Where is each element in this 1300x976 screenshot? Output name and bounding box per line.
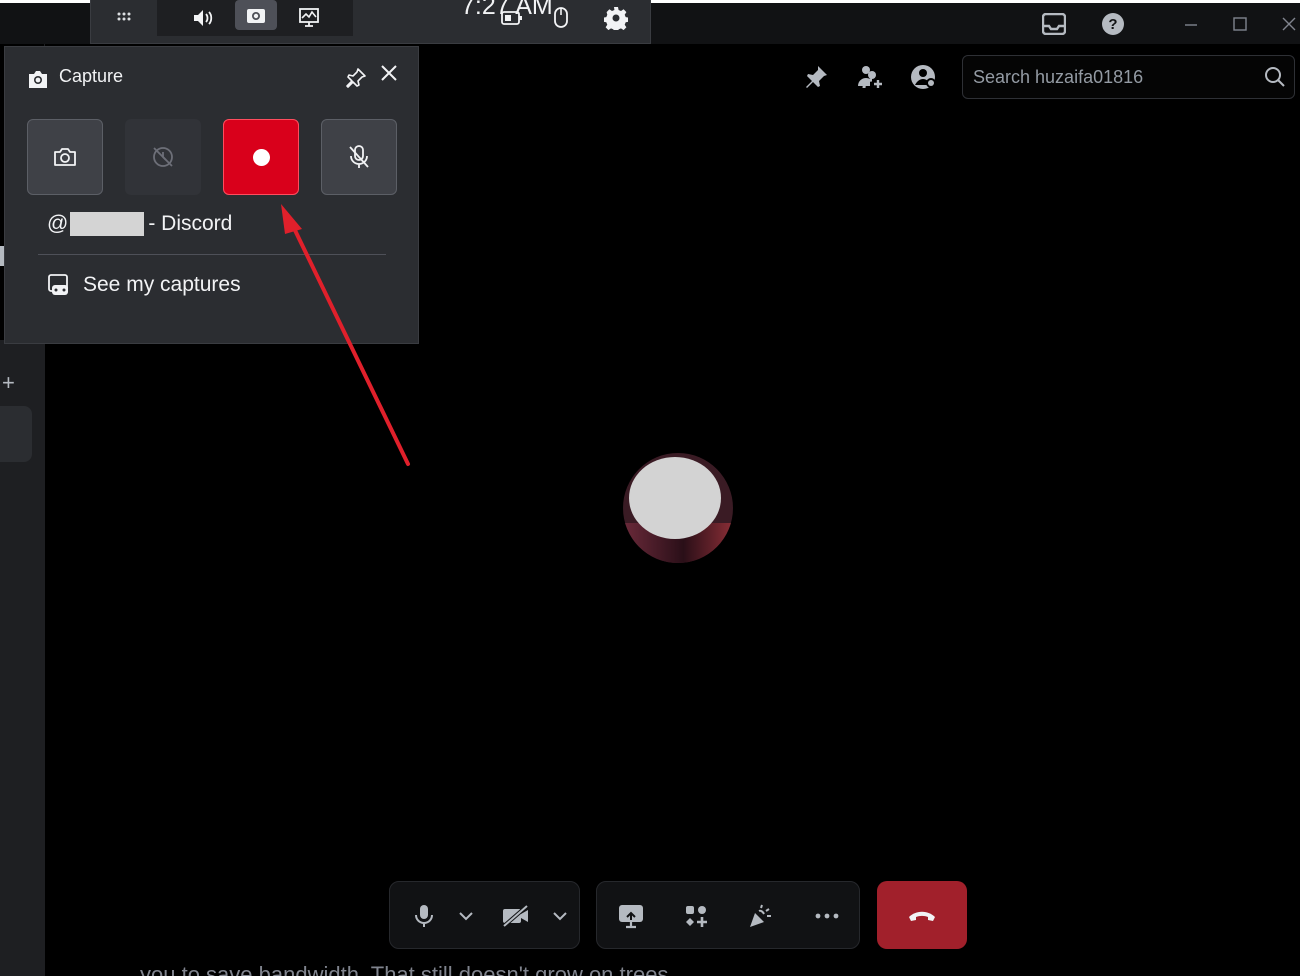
target-app: - Discord <box>148 212 233 235</box>
record-last-30s-button[interactable] <box>125 119 201 195</box>
audio-video-controls <box>389 881 580 949</box>
close-icon[interactable] <box>379 63 399 88</box>
settings-gear-icon[interactable] <box>596 0 636 36</box>
audio-icon[interactable] <box>183 0 223 36</box>
target-prefix: @ <box>47 212 69 235</box>
mic-toggle-button[interactable] <box>321 119 397 195</box>
see-my-captures-label: See my captures <box>83 273 241 296</box>
game-bar: 7:27 AM <box>90 0 651 44</box>
inbox-icon[interactable] <box>1039 9 1069 39</box>
widget-menu-icon[interactable] <box>91 0 157 36</box>
mouse-icon[interactable] <box>543 0 579 36</box>
divider <box>38 254 386 255</box>
pin-icon[interactable] <box>345 67 367 94</box>
disconnect-call-button[interactable] <box>877 881 967 949</box>
hang-up-icon <box>909 911 935 921</box>
camera-icon <box>27 69 49 94</box>
search-icon[interactable] <box>1264 66 1286 93</box>
pinned-messages-icon[interactable] <box>801 62 831 92</box>
sidebar-item[interactable] <box>0 406 32 462</box>
minimize-icon[interactable] <box>1176 9 1206 39</box>
mic-icon[interactable] <box>404 896 444 936</box>
camera-options-chevron-icon[interactable] <box>540 896 580 936</box>
capture-widget: Capture @ - Discord See my captures <box>4 46 419 344</box>
history-disabled-icon <box>153 147 173 167</box>
add-friends-icon[interactable] <box>855 62 885 92</box>
add-icon[interactable]: + <box>2 370 15 396</box>
battery-icon <box>494 0 530 36</box>
record-dot-icon <box>252 148 270 166</box>
screenshot-button[interactable] <box>27 119 103 195</box>
screen-share-icon[interactable] <box>611 896 651 936</box>
search-bar[interactable] <box>962 55 1295 99</box>
capture-widget-icon[interactable] <box>235 0 277 30</box>
maximize-icon[interactable] <box>1225 9 1255 39</box>
more-options-icon[interactable] <box>807 896 847 936</box>
start-recording-button[interactable] <box>223 119 299 195</box>
svg-text:?: ? <box>1108 16 1117 33</box>
chat-message-text: you to save bandwidth. That still doesn'… <box>140 962 675 976</box>
performance-icon[interactable] <box>289 0 329 36</box>
activities-icon[interactable] <box>676 896 716 936</box>
mic-options-chevron-icon[interactable] <box>446 896 486 936</box>
camera-icon <box>54 148 76 166</box>
close-window-icon[interactable] <box>1274 9 1300 39</box>
avatar-redaction <box>629 457 721 539</box>
search-input[interactable] <box>973 64 1253 90</box>
redacted-username <box>70 212 145 236</box>
help-icon[interactable]: ? <box>1098 9 1128 39</box>
soundboard-icon[interactable] <box>741 896 781 936</box>
user-profile-icon[interactable] <box>909 62 939 92</box>
mic-off-icon <box>349 145 369 168</box>
capture-target-label: @ - Discord <box>47 212 232 236</box>
participant-avatar[interactable] <box>623 453 733 563</box>
see-my-captures-link[interactable]: See my captures <box>47 273 241 297</box>
camera-off-icon[interactable] <box>496 896 536 936</box>
capture-title: Capture <box>59 66 124 86</box>
activity-controls <box>596 881 860 949</box>
gallery-icon <box>48 274 68 295</box>
